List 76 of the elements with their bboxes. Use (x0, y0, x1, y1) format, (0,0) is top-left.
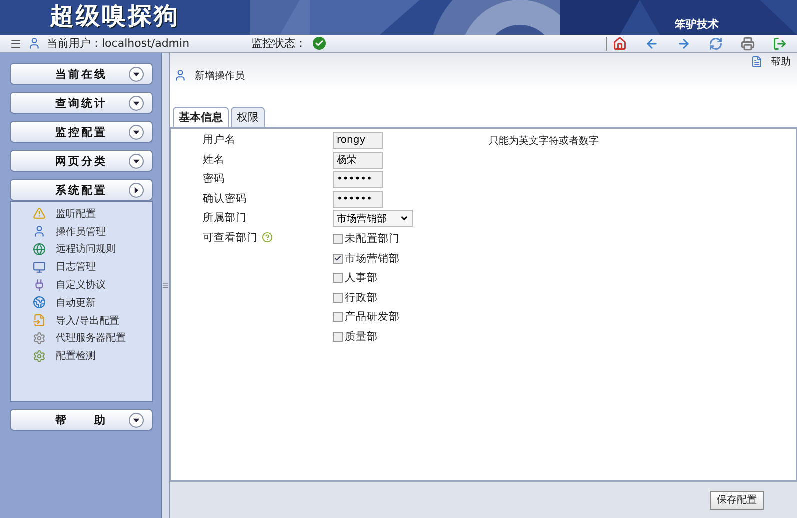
menu-item[interactable]: 操作员管理 (56, 224, 106, 239)
splitter-handle-icon[interactable] (162, 282, 169, 289)
help-icon[interactable] (262, 232, 273, 243)
app-title: 超级嗅探狗 (50, 1, 180, 32)
checkbox[interactable] (333, 234, 343, 244)
company-name: 笨驴技术 (675, 17, 719, 32)
save-button[interactable]: 保存配置 (710, 490, 764, 510)
menu-icon[interactable] (10, 38, 22, 50)
document-icon (751, 56, 763, 68)
menu-item-icon (33, 278, 46, 292)
field-label: 密码 (203, 172, 225, 186)
password-field[interactable]: •••••• (333, 190, 383, 208)
page-title: 新增操作员 (195, 70, 245, 83)
menu-item-icon (33, 207, 46, 220)
checkbox[interactable] (333, 332, 343, 342)
menu-item[interactable]: 代理服务器配置 (56, 331, 126, 346)
tab[interactable]: 基本信息 (173, 107, 229, 127)
checkbox[interactable] (333, 273, 343, 284)
menu-item-icon (33, 242, 46, 256)
text-field[interactable]: rongy (333, 132, 383, 149)
menu-item[interactable]: 导入/导出配置 (56, 314, 120, 328)
menu-section-button[interactable]: 查询统计 (10, 92, 153, 114)
menu-item[interactable]: 日志管理 (56, 260, 96, 274)
user-icon (174, 69, 187, 82)
caret-icon (400, 214, 409, 223)
checkbox-label: 质量部 (345, 330, 378, 344)
status-label: 监控状态： (252, 36, 307, 51)
back-icon[interactable] (645, 36, 659, 50)
home-icon[interactable] (613, 36, 627, 50)
menu-item-icon (33, 314, 46, 328)
caret-icon (129, 183, 144, 198)
current-user-label: 当前用户：localhost/admin (47, 36, 190, 51)
checkbox-label: 未配置部门 (345, 232, 400, 246)
menu-item-icon (33, 225, 46, 238)
checkbox-label: 行政部 (345, 290, 378, 305)
help-link[interactable]: 帮助 (771, 55, 791, 69)
password-field[interactable]: •••••• (333, 171, 383, 188)
menu-item-icon (33, 296, 46, 310)
logout-icon[interactable] (773, 36, 787, 50)
text-field[interactable]: 杨荣 (333, 152, 383, 168)
department-dropdown[interactable]: 市场营销部 (333, 210, 413, 227)
caret-icon (129, 413, 144, 428)
menu-section-button[interactable]: 帮 助 (10, 409, 153, 431)
menu-item[interactable]: 自动更新 (56, 296, 96, 310)
field-label: 所属部门 (203, 211, 247, 225)
printer-icon[interactable] (741, 36, 755, 50)
tab[interactable]: 权限 (231, 107, 265, 127)
menu-section-button[interactable]: 当前在线 (10, 63, 153, 85)
menu-section-button[interactable]: 监控配置 (10, 121, 153, 143)
field-label: 确认密码 (203, 192, 247, 206)
checkbox[interactable] (333, 312, 343, 322)
menu-item[interactable]: 远程访问规则 (56, 242, 116, 256)
field-hint: 只能为英文字符或者数字 (488, 134, 600, 148)
user-icon (28, 37, 41, 50)
menu-item[interactable]: 监听配置 (56, 206, 96, 221)
field-label: 姓名 (203, 152, 225, 166)
checkbox[interactable] (333, 292, 343, 303)
caret-icon (129, 67, 144, 82)
caret-icon (129, 96, 144, 111)
menu-section-button[interactable]: 网页分类 (10, 150, 153, 172)
field-label: 用户名 (203, 133, 236, 147)
menu-item[interactable]: 配置检测 (56, 349, 96, 364)
checkbox-label: 人事部 (345, 271, 378, 286)
caret-icon (129, 125, 144, 140)
checkbox-label: 市场营销部 (345, 252, 400, 266)
menu-item-icon (33, 332, 46, 345)
menu-item-icon (33, 350, 46, 363)
checkbox[interactable] (333, 254, 343, 264)
field-label: 可查看部门 (203, 230, 258, 244)
forward-icon[interactable] (677, 36, 691, 50)
menu-item-icon (33, 260, 46, 274)
menu-section-button[interactable]: 系统配置 (10, 179, 153, 201)
caret-icon (129, 154, 144, 169)
refresh-icon[interactable] (709, 36, 723, 50)
menu-item[interactable]: 自定义协议 (56, 278, 106, 292)
checkbox-label: 产品研发部 (345, 310, 400, 324)
